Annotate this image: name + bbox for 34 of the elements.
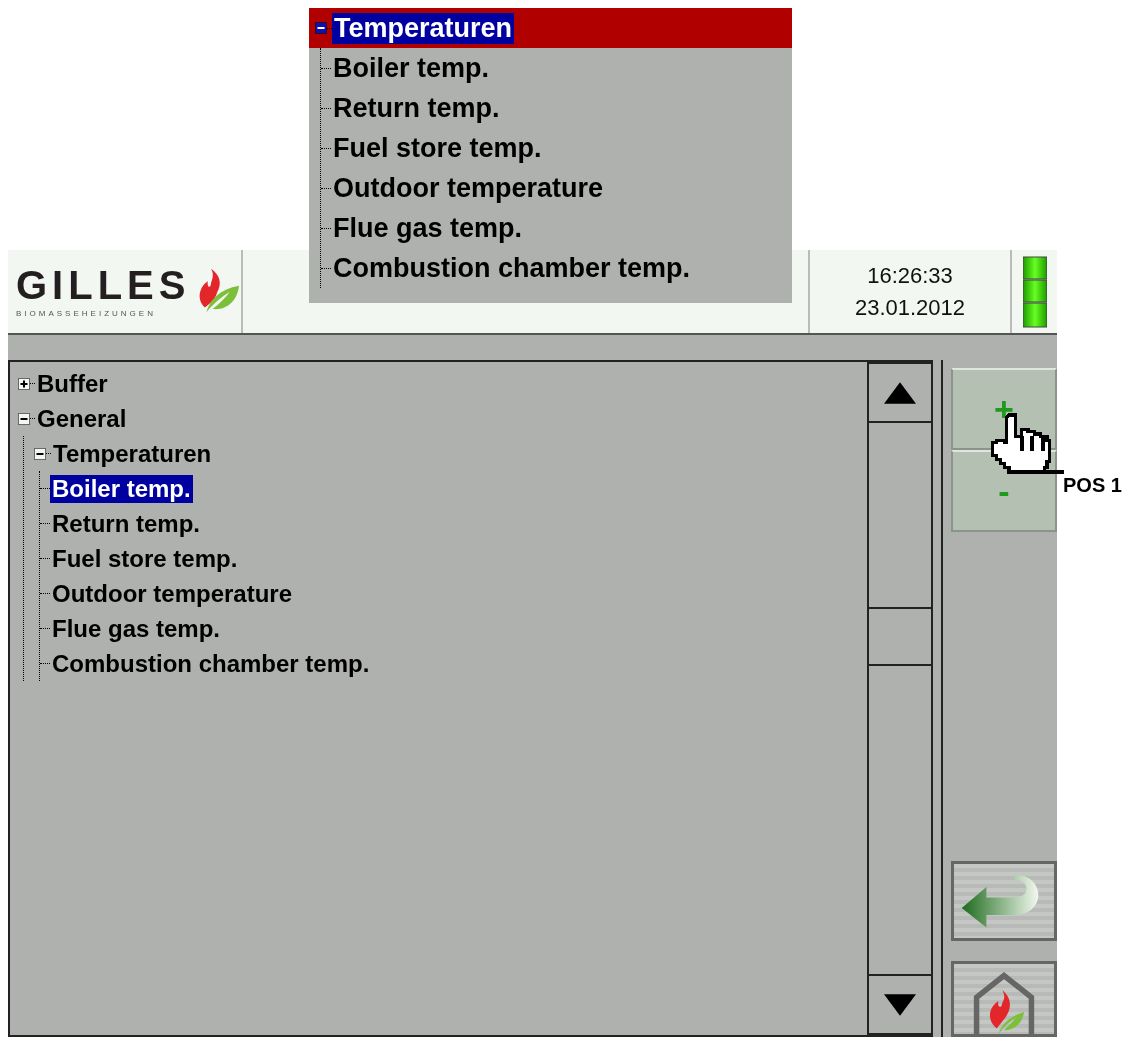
tree-item[interactable]: Temperaturen [51, 439, 214, 468]
logo-text: GILLES [16, 265, 191, 305]
tree-item[interactable]: Boiler temp. [331, 52, 492, 84]
tree-item[interactable]: Temperaturen [332, 12, 515, 44]
status-bar-icon [1022, 255, 1047, 328]
collapse-icon[interactable] [34, 447, 46, 460]
date-text: 23.01.2012 [854, 294, 966, 321]
logo-tagline: BIOMASSEHEIZUNGEN [16, 309, 157, 318]
tree-item[interactable]: General [35, 404, 129, 433]
tree-item[interactable]: Outdoor temperature [50, 579, 295, 608]
scroll-bar[interactable] [867, 362, 931, 1035]
down-triangle-icon [884, 993, 916, 1016]
tree-item[interactable]: Outdoor temperature [331, 172, 606, 204]
back-button[interactable] [951, 861, 1057, 941]
tree-item[interactable]: Boiler temp. [50, 474, 193, 503]
scroll-thumb[interactable] [869, 607, 931, 666]
tree-item[interactable]: Combustion chamber temp. [50, 649, 372, 678]
home-button[interactable] [951, 961, 1057, 1037]
tree-item[interactable]: Fuel store temp. [50, 544, 240, 573]
tree-item[interactable]: Combustion chamber temp. [331, 252, 693, 284]
tree-item[interactable]: Flue gas temp. [331, 212, 525, 244]
tree-item[interactable]: Fuel store temp. [331, 132, 544, 164]
collapse-icon[interactable] [315, 22, 327, 34]
up-triangle-icon [884, 381, 916, 404]
tree-item[interactable]: Buffer [35, 369, 110, 398]
tree-item[interactable]: Flue gas temp. [50, 614, 223, 643]
tree-item[interactable]: Return temp. [50, 509, 202, 538]
scroll-down-button[interactable] [869, 974, 931, 1035]
tree-item[interactable]: Return temp. [331, 92, 502, 124]
time-text: 16:26:33 [867, 262, 953, 289]
annotation-label: POS 1 [1063, 474, 1122, 497]
scroll-up-button[interactable] [869, 362, 931, 423]
expand-icon[interactable] [18, 377, 30, 390]
collapse-icon[interactable] [18, 412, 30, 425]
